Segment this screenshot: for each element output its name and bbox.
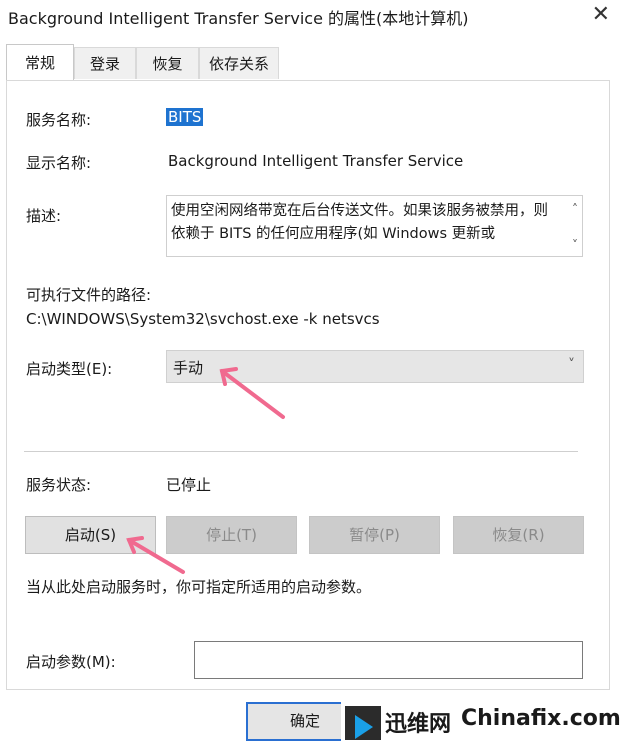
display-name-value[interactable]: Background Intelligent Transfer Service	[168, 152, 463, 170]
tab-dependencies[interactable]: 依存关系	[199, 47, 279, 79]
chevron-down-icon: ˅	[568, 357, 575, 373]
startup-type-value: 手动	[173, 359, 204, 377]
tab-general[interactable]: 常规	[6, 44, 74, 80]
service-status-value: 已停止	[166, 476, 212, 494]
scroll-up-icon[interactable]: ˄	[572, 202, 578, 216]
watermark-en: Chinafix.com	[461, 706, 620, 731]
path-value[interactable]: C:\WINDOWS\System32\svchost.exe -k netsv…	[26, 310, 380, 328]
tab-recovery[interactable]: 恢复	[136, 47, 199, 79]
tab-logon[interactable]: 登录	[74, 47, 136, 79]
title-bar: Background Intelligent Transfer Service …	[0, 0, 620, 34]
description-box[interactable]: 使用空闲网络带宽在后台传送文件。如果该服务被禁用，则依赖于 BITS 的任何应用…	[166, 195, 583, 257]
pause-button[interactable]: 暂停(P)	[309, 516, 440, 554]
watermark-cn: 迅维网	[385, 712, 452, 737]
path-label: 可执行文件的路径:	[26, 286, 152, 304]
window-title: Background Intelligent Transfer Service …	[8, 9, 469, 28]
description-label: 描述:	[26, 207, 62, 225]
divider	[24, 451, 578, 452]
watermark: 迅维网 Chinafix.com	[341, 700, 620, 745]
general-panel	[6, 80, 610, 690]
start-button[interactable]: 启动(S)	[25, 516, 156, 554]
resume-button[interactable]: 恢复(R)	[453, 516, 584, 554]
display-name-label: 显示名称:	[26, 154, 92, 172]
service-name-selected-text: BITS	[166, 108, 204, 126]
service-name-label: 服务名称:	[26, 111, 92, 129]
chinafix-logo-icon	[345, 706, 381, 740]
startup-type-label: 启动类型(E):	[26, 360, 113, 378]
scroll-down-icon[interactable]: ˅	[572, 238, 578, 252]
stop-button[interactable]: 停止(T)	[166, 516, 297, 554]
start-params-label: 启动参数(M):	[26, 653, 116, 671]
description-text: 使用空闲网络带宽在后台传送文件。如果该服务被禁用，则依赖于 BITS 的任何应用…	[171, 203, 548, 242]
startup-type-select[interactable]: 手动 ˅	[166, 350, 584, 383]
service-status-label: 服务状态:	[26, 476, 92, 494]
start-params-input[interactable]	[194, 641, 583, 679]
start-hint: 当从此处启动服务时，你可指定所适用的启动参数。	[26, 578, 372, 596]
close-icon[interactable]: ✕	[592, 2, 610, 27]
service-name-value[interactable]: BITS	[166, 108, 204, 126]
